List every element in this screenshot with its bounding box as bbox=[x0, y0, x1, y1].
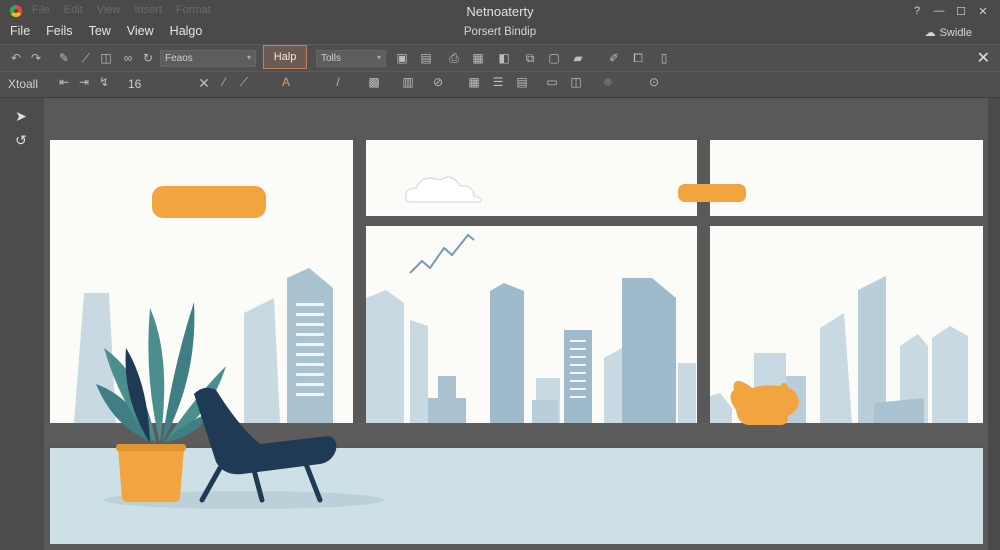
pencil-icon[interactable]: ✎ bbox=[56, 49, 72, 67]
cloud-icon: ☁ bbox=[924, 27, 936, 39]
comment-icon[interactable]: ▰ bbox=[570, 49, 586, 67]
faint-menu-row: File Edit View Insert Format bbox=[32, 4, 211, 16]
faint-menu-item: Edit bbox=[63, 4, 83, 16]
share-label: Swidle bbox=[939, 26, 972, 39]
menu-feils[interactable]: Feils bbox=[46, 24, 72, 38]
window-controls: ? — ☐ ✕ bbox=[906, 0, 994, 22]
cursor-icon[interactable]: ➤ bbox=[10, 106, 32, 126]
print-icon[interactable]: ⎙ bbox=[446, 49, 462, 67]
grid-icon[interactable]: ▦ bbox=[466, 75, 482, 89]
right-scroll-strip[interactable] bbox=[988, 98, 1000, 550]
orange-label-right bbox=[678, 184, 746, 202]
strike-icon[interactable]: ⁄ bbox=[216, 75, 232, 89]
row2-label: Xtoall bbox=[8, 77, 39, 91]
title-bar: File Edit View Insert Format Netnoaterty… bbox=[0, 0, 1000, 44]
undo-icon[interactable]: ↶ bbox=[8, 49, 24, 67]
image-icon[interactable]: ▤ bbox=[418, 49, 434, 67]
window-pane-top-right bbox=[710, 140, 983, 216]
redo-icon[interactable]: ↷ bbox=[28, 49, 44, 67]
illustration-artboard bbox=[44, 98, 988, 550]
list-icon[interactable]: ☰ bbox=[490, 75, 506, 89]
brush-icon[interactable]: ⟋ bbox=[78, 49, 94, 67]
chevron-down-icon: ▾ bbox=[376, 53, 381, 62]
save-icon[interactable]: ▣ bbox=[394, 49, 410, 67]
maximize-icon[interactable]: ☐ bbox=[950, 0, 972, 22]
page-icon[interactable]: ▯ bbox=[656, 49, 672, 67]
picture-icon[interactable]: ▩ bbox=[366, 75, 382, 89]
help-icon[interactable]: ? bbox=[906, 0, 928, 22]
table-icon[interactable]: ▦ bbox=[470, 49, 486, 67]
no-fill-icon[interactable]: ⊘ bbox=[430, 75, 446, 89]
text-color-icon[interactable]: A bbox=[278, 75, 294, 89]
faint-menu-item: File bbox=[32, 4, 50, 16]
align-icon[interactable]: ↯ bbox=[96, 75, 112, 89]
pen-tool-icon[interactable]: / bbox=[330, 75, 346, 89]
window-pane-top-middle bbox=[366, 140, 697, 216]
clear-format-icon[interactable]: ✕ bbox=[196, 75, 212, 92]
chevron-down-icon: ▾ bbox=[246, 53, 251, 62]
minimize-icon[interactable]: — bbox=[928, 0, 950, 22]
font-select-value: Feaos bbox=[165, 53, 193, 64]
window-close-icon[interactable]: ✕ bbox=[972, 0, 994, 22]
format-icon[interactable]: ⇤ bbox=[56, 75, 72, 89]
menu-bar: File Feils Tew View Halgo bbox=[10, 24, 202, 38]
lasso-icon[interactable]: ↺ bbox=[10, 130, 32, 150]
card-icon[interactable]: ▭ bbox=[544, 75, 560, 89]
share-button[interactable]: ☁ Swidle bbox=[924, 26, 972, 40]
pen-icon[interactable]: ✐ bbox=[606, 49, 622, 67]
orange-label-left bbox=[152, 186, 266, 218]
list-box-icon[interactable]: ▤ bbox=[514, 75, 530, 89]
link-icon[interactable]: ∞ bbox=[120, 49, 136, 67]
layers-icon[interactable]: ◧ bbox=[496, 49, 512, 67]
faint-menu-item: Insert bbox=[134, 4, 162, 16]
document-icon[interactable]: ▥ bbox=[400, 75, 416, 89]
location-icon[interactable]: ⌾ bbox=[600, 75, 616, 90]
faint-menu-item: Format bbox=[175, 4, 211, 16]
indent-icon[interactable]: ⇥ bbox=[76, 75, 92, 89]
app-icon bbox=[10, 5, 22, 17]
close-icon[interactable]: ✕ bbox=[977, 48, 990, 68]
menu-view[interactable]: View bbox=[127, 24, 154, 38]
ribbon-row-2: Xtoall ⇤ ⇥ ↯ 16 ✕ ⁄ ⟋ A / ▩ ▥ ⊘ ▦ ☰ ▤ ▭ … bbox=[0, 72, 1000, 98]
shape-icon[interactable]: ▢ bbox=[546, 49, 562, 67]
copy-icon[interactable]: ⧉ bbox=[522, 49, 538, 67]
tool-strip: ➤ ↺ bbox=[0, 98, 45, 550]
font-select[interactable]: Feaos ▾ bbox=[160, 50, 256, 67]
ribbon-row-1: ↶ ↷ ✎ ⟋ ◫ ∞ ↻ Feaos ▾ Tolls ▾ ▣ ▤ ⎙ ▦ ◧ … bbox=[0, 44, 1000, 72]
faint-menu-item: View bbox=[96, 4, 121, 16]
menu-tew[interactable]: Tew bbox=[89, 24, 111, 38]
canvas-area[interactable] bbox=[44, 98, 988, 550]
style-select-value: Tolls bbox=[321, 53, 342, 64]
menu-file[interactable]: File bbox=[10, 24, 30, 38]
refresh-icon[interactable]: ↻ bbox=[140, 49, 156, 67]
eraser-icon[interactable]: ◫ bbox=[98, 49, 114, 67]
font-size-value[interactable]: 16 bbox=[128, 77, 141, 91]
panel-icon[interactable]: ◫ bbox=[568, 75, 584, 89]
highlighter-icon[interactable]: ⟋ bbox=[236, 75, 252, 90]
style-select[interactable]: Tolls ▾ bbox=[316, 50, 386, 67]
menu-halgo[interactable]: Halgo bbox=[170, 24, 203, 38]
settings-icon[interactable]: ⊙ bbox=[646, 75, 662, 89]
clone-icon[interactable]: ⧠ bbox=[630, 49, 646, 67]
help-button[interactable]: Halp bbox=[263, 45, 307, 69]
